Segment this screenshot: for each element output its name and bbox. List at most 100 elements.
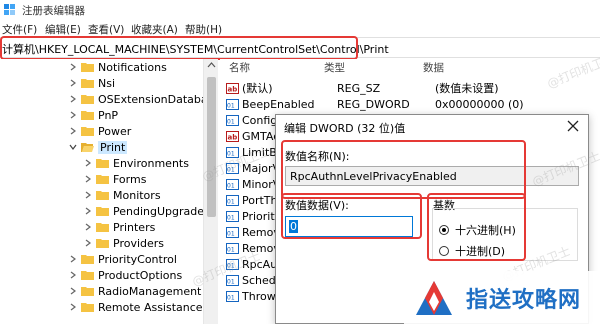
chevron-right-icon[interactable] — [83, 222, 93, 232]
scroll-up-icon[interactable] — [207, 61, 216, 69]
folder-icon — [81, 95, 94, 104]
svg-text:01: 01 — [227, 246, 235, 253]
brand-logo-icon — [416, 280, 452, 315]
scroll-thumb[interactable] — [207, 77, 216, 217]
open-folder-icon — [81, 143, 94, 152]
svg-text:01: 01 — [227, 278, 235, 285]
svg-text:01: 01 — [227, 262, 235, 269]
tree-item[interactable]: Forms — [83, 171, 146, 187]
tree-item[interactable]: RadioManagement — [68, 283, 201, 299]
value-row[interactable]: ab (默认) REG_SZ (数值未设置) — [226, 80, 499, 96]
binary-value-icon: 01 — [226, 162, 239, 174]
chevron-right-icon[interactable] — [68, 110, 78, 120]
tree-item[interactable]: Monitors — [83, 187, 161, 203]
column-data[interactable]: 数据 — [423, 60, 444, 75]
svg-text:01: 01 — [227, 230, 235, 237]
folder-icon — [96, 159, 109, 168]
folder-icon — [81, 127, 94, 136]
chevron-right-icon[interactable] — [68, 126, 78, 136]
tree-item-label: Printers — [113, 220, 156, 234]
chevron-right-icon[interactable] — [68, 270, 78, 280]
chevron-right-icon[interactable] — [83, 206, 93, 216]
svg-text:ab: ab — [228, 133, 238, 141]
string-value-icon: ab — [226, 82, 239, 94]
folder-icon — [81, 111, 94, 120]
svg-text:ab: ab — [228, 85, 238, 93]
binary-value-icon: 01 — [226, 226, 239, 238]
tree-item-label: Power — [98, 124, 132, 138]
tree-scrollbar[interactable] — [203, 59, 218, 324]
value-data-highlight-box — [281, 193, 422, 239]
binary-value-icon: 01 — [226, 290, 239, 302]
folder-icon — [81, 303, 94, 312]
tree-item-label: RadioManagement — [98, 284, 202, 298]
tree-item[interactable]: ProductOptions — [68, 267, 182, 283]
tree-item[interactable]: Providers — [83, 235, 164, 251]
column-type[interactable]: 类型 — [324, 60, 345, 75]
svg-text:01: 01 — [227, 214, 235, 221]
folder-icon — [81, 63, 94, 72]
chevron-right-icon[interactable] — [83, 158, 93, 168]
base-highlight-box — [427, 193, 526, 261]
chevron-right-icon[interactable] — [68, 302, 78, 312]
chevron-right-icon[interactable] — [83, 174, 93, 184]
close-icon[interactable] — [567, 120, 579, 132]
tree-item[interactable]: Power — [68, 123, 131, 139]
tree-item-print[interactable]: Print — [68, 139, 128, 155]
chevron-right-icon[interactable] — [83, 238, 93, 248]
registry-tree[interactable]: Notifications Nsi OSExtensionDatabase Pn… — [0, 59, 218, 324]
menu-edit[interactable]: 编辑(E) — [45, 22, 81, 37]
tree-item-label: PendingUpgrades — [113, 204, 210, 218]
tree-item-label: Print — [98, 140, 128, 154]
binary-value-icon: 01 — [226, 178, 239, 190]
svg-text:01: 01 — [227, 118, 235, 125]
chevron-right-icon[interactable] — [68, 62, 78, 72]
tree-item-label: OSExtensionDatabase — [98, 92, 218, 106]
address-highlight-box — [0, 36, 358, 60]
tree-item[interactable]: PendingUpgrades — [83, 203, 210, 219]
brand-block: 指送攻略网 — [404, 271, 600, 324]
tree-item-label: PnP — [98, 108, 119, 122]
svg-text:01: 01 — [227, 294, 235, 301]
chevron-down-icon[interactable] — [68, 142, 78, 152]
menu-file[interactable]: 文件(F) — [2, 22, 37, 37]
value-row[interactable]: 01 BeepEnabled REG_DWORD 0x00000000 (0) — [226, 96, 524, 112]
folder-icon — [81, 271, 94, 280]
menu-view[interactable]: 查看(V) — [88, 22, 124, 37]
tree-item-label: Providers — [113, 236, 165, 250]
tree-item[interactable]: PnP — [68, 107, 118, 123]
tree-item[interactable]: Notifications — [68, 59, 167, 75]
chevron-right-icon[interactable] — [68, 94, 78, 104]
chevron-right-icon[interactable] — [68, 286, 78, 296]
chevron-right-icon[interactable] — [83, 190, 93, 200]
tree-item[interactable]: Nsi — [68, 75, 115, 91]
folder-icon — [96, 191, 109, 200]
folder-icon — [81, 255, 94, 264]
menu-help[interactable]: 帮助(H) — [185, 22, 222, 37]
binary-value-icon: 01 — [226, 146, 239, 158]
tree-item[interactable]: Printers — [83, 219, 155, 235]
window-title: 注册表编辑器 — [22, 5, 85, 17]
binary-value-icon: 01 — [226, 210, 239, 222]
folder-icon — [81, 287, 94, 296]
tree-item-label: Environments — [113, 156, 189, 170]
chevron-right-icon[interactable] — [68, 78, 78, 88]
tree-item[interactable]: OSExtensionDatabase — [68, 91, 218, 107]
folder-icon — [96, 207, 109, 216]
tree-item[interactable]: Environments — [83, 155, 189, 171]
svg-text:01: 01 — [227, 166, 235, 173]
column-name[interactable]: 名称 — [229, 60, 250, 75]
menu-bar: 文件(F) 编辑(E) 查看(V) 收藏夹(A) 帮助(H) — [0, 20, 600, 37]
folder-icon — [81, 79, 94, 88]
chevron-right-icon[interactable] — [68, 254, 78, 264]
tree-item[interactable]: Remote Assistance — [68, 299, 203, 315]
menu-favorites[interactable]: 收藏夹(A) — [131, 22, 178, 37]
binary-value-icon: 01 — [226, 274, 239, 286]
brand-name: 指送攻略网 — [466, 286, 582, 313]
tree-item-label: Monitors — [113, 188, 161, 202]
binary-value-icon: 01 — [226, 98, 239, 110]
folder-icon — [96, 239, 109, 248]
binary-value-icon: 01 — [226, 194, 239, 206]
tree-item-label: Remote Assistance — [98, 300, 203, 314]
tree-item[interactable]: PriorityControl — [68, 251, 177, 267]
